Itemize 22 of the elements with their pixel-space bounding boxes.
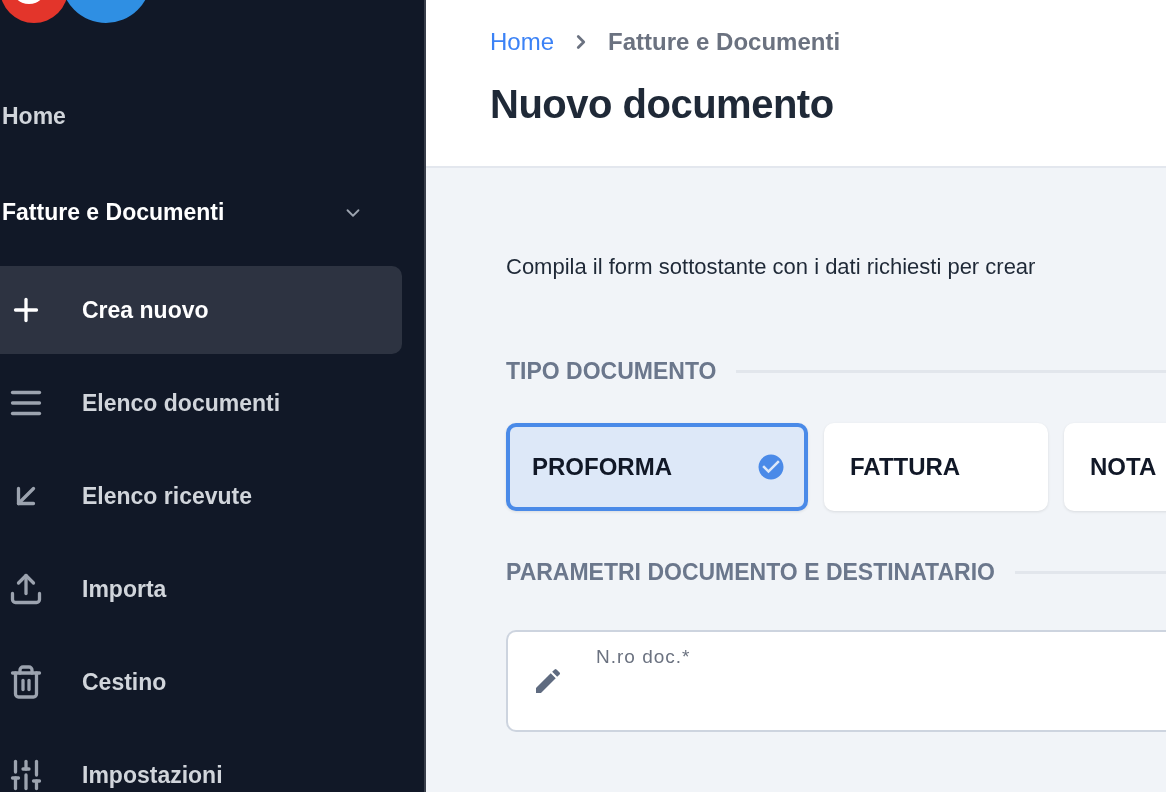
- doc-type-option[interactable]: PROFORMA: [506, 423, 808, 511]
- sliders-icon: [8, 757, 44, 792]
- upload-icon: [8, 571, 44, 607]
- breadcrumb-link[interactable]: Home: [490, 28, 555, 56]
- sidebar-item[interactable]: Crea nuovo: [0, 266, 402, 354]
- section-title: PARAMETRI DOCUMENTO E DESTINATARIO: [506, 559, 995, 586]
- sidebar-item[interactable]: Importa: [0, 545, 402, 633]
- doc-type-option[interactable]: NOTA: [1064, 423, 1166, 511]
- section-title: TIPO DOCUMENTO: [506, 358, 717, 385]
- page-title: Nuovo documento: [490, 82, 835, 127]
- intro-text: Compila il form sottostante con i dati richiesti per crear: [506, 254, 1037, 280]
- breadcrumb-link[interactable]: Fatture e Documenti: [608, 28, 841, 56]
- check-icon: [756, 452, 786, 482]
- trash-icon: [8, 664, 44, 700]
- doc-number-field[interactable]: N.ro doc.*: [506, 630, 1166, 732]
- sidebar-item[interactable]: Impostazioni: [0, 731, 402, 792]
- doc-type-option[interactable]: FATTURA: [824, 423, 1048, 511]
- sidebar-item[interactable]: Cestino: [0, 638, 402, 726]
- sidebar-group[interactable]: Fatture e Documenti: [0, 199, 424, 226]
- home-link[interactable]: Home: [0, 103, 424, 130]
- sidebar-item[interactable]: Elenco documenti: [0, 359, 402, 447]
- sidebar-item[interactable]: Elenco ricevute: [0, 452, 402, 540]
